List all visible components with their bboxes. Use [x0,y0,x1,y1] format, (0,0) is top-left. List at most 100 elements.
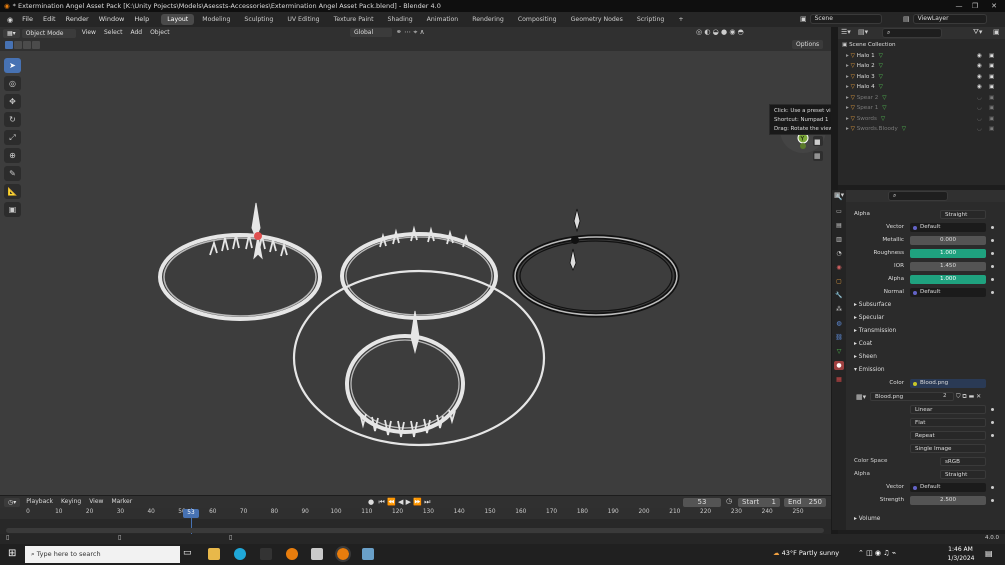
tab-sculpting[interactable]: Sculpting [238,14,279,25]
measure-tool-icon[interactable]: 📐 [4,184,21,199]
end-frame-field[interactable]: End 250 [784,497,826,507]
file-explorer-icon[interactable] [208,548,220,560]
scene-collection-row[interactable]: ▣ Scene Collection [838,40,1005,51]
playback-controls[interactable]: ● ⏮ ⏪ ◀ ▶ ⏩ ⏭ [368,498,430,507]
menu-playback[interactable]: Playback [22,496,57,508]
section-sheen[interactable]: ▸ Sheen [854,352,877,363]
close-icon[interactable]: ✕ [985,0,1003,12]
visibility-icon[interactable]: ◉ [977,72,982,83]
select-box-icon[interactable] [5,41,13,49]
select-subtract-icon[interactable] [23,41,31,49]
tab-modeling[interactable]: Modeling [196,14,236,25]
outliner-item[interactable]: ▸ ▽ Halo 2 ▽ ◉ ▣ [838,61,1005,72]
ior-field[interactable]: 1.450 [910,262,986,271]
windows-start-icon[interactable]: ⊞ [8,548,16,559]
clock-date[interactable]: 1/3/2024 [945,555,977,562]
timeline-editor-icon[interactable]: ◷▾ [4,497,21,507]
system-tray-icons[interactable]: ⌃ ◫ ◉ ♫ ⌁ [858,549,896,557]
grid-view-icon[interactable]: ▦ [814,152,821,160]
alpha-mode-select[interactable]: Straight [940,210,986,219]
render-tab-icon[interactable]: ▭ [834,207,844,216]
render-icon[interactable]: ▣ [989,61,994,72]
render-icon[interactable]: ▣ [989,124,994,135]
app-icon[interactable] [260,548,272,560]
properties-search-input[interactable]: ⌕ [888,191,948,201]
timeline-scrollbar[interactable] [6,528,824,533]
output-tab-icon[interactable]: ▤ [834,221,844,230]
tab-compositing[interactable]: Compositing [512,14,563,25]
cursor-tool-icon[interactable]: ◎ [4,76,21,91]
tab-animation[interactable]: Animation [421,14,465,25]
menu-view[interactable]: View [78,27,100,39]
data-tab-icon[interactable]: ▽ [834,347,844,356]
pivot-icon[interactable]: ⚭ ⋯ ⌖ ∧ [396,28,425,37]
section-volume[interactable]: ▸ Volume [854,514,880,525]
menu-file[interactable]: File [17,12,38,27]
select-extend-icon[interactable] [14,41,22,49]
pen-app-icon[interactable] [311,548,323,560]
blender-taskbar-icon[interactable] [286,548,298,560]
render-icon[interactable]: ▣ [989,72,994,83]
annotate-tool-icon[interactable]: ✎ [4,166,21,181]
vector-input[interactable]: Default [910,223,986,232]
add-cube-tool-icon[interactable]: ▣ [4,202,21,217]
image-browse-icon[interactable]: ▦▾ [856,392,866,403]
halo-3-object[interactable] [512,208,680,318]
visibility-icon[interactable]: ◉ [977,82,982,93]
projection-select[interactable]: Flat [910,418,986,427]
colorspace-select[interactable]: sRGB [940,457,986,466]
blender-active-icon[interactable] [335,546,351,562]
world-tab-icon[interactable]: ◉ [834,263,844,272]
roughness-field[interactable]: 1.000 [910,249,986,258]
tab-texture-paint[interactable]: Texture Paint [328,14,380,25]
visibility-icon[interactable]: ◉ [977,61,982,72]
tab-geometry-nodes[interactable]: Geometry Nodes [565,14,629,25]
halo-1-object[interactable] [158,202,322,321]
orientation-select[interactable]: Global [350,28,392,37]
outliner-item[interactable]: ▸ ▽ Spear 2 ▽ ◡ ▣ [838,93,1005,104]
select-invert-icon[interactable] [32,41,40,49]
menu-add[interactable]: Add [126,27,146,39]
outliner-editor-icon[interactable]: ☰▾ [841,28,851,36]
view-layer-selector[interactable]: ▤ ViewLayer [903,14,987,24]
strength-field[interactable]: 2.500 [910,496,986,505]
visibility-icon[interactable]: ◡ [977,93,982,104]
image-vector-input[interactable]: Default [910,483,986,492]
render-icon[interactable]: ▣ [989,51,994,62]
new-collection-icon[interactable]: ▣ [993,28,1000,36]
particles-tab-icon[interactable]: ⁂ [834,305,844,314]
add-workspace-icon[interactable]: + [672,14,689,25]
outliner-search-input[interactable]: ⌕ [882,28,942,38]
start-frame-field[interactable]: Start 1 [738,497,780,507]
outliner-item[interactable]: ▸ ▽ Halo 4 ▽ ◉ ▣ [838,82,1005,93]
3d-viewport[interactable]: Z X Y ■ ▦ [0,51,831,495]
options-button[interactable]: Options [792,40,824,49]
editor-type-button[interactable]: ▦▾ [3,28,20,38]
menu-window[interactable]: Window [94,12,130,27]
outliner-item[interactable]: ▸ ▽ Halo 1 ▽ ◉ ▣ [838,51,1005,62]
scene-tab-icon[interactable]: ◔ [834,249,844,258]
filter-icon[interactable]: ⛛▾ [973,28,982,37]
clock-time[interactable]: 1:46 AM [948,546,973,553]
tab-layout[interactable]: Layout [161,14,195,25]
weather-widget[interactable]: ☁ 43°F Partly sunny [773,549,839,557]
select-tool-icon[interactable]: ➤ [4,58,21,73]
preview-range-icon[interactable]: ◷ [726,497,732,505]
material-tab-icon[interactable]: ● [834,361,844,370]
section-coat[interactable]: ▸ Coat [854,339,872,350]
maximize-icon[interactable]: ❐ [966,0,984,12]
edge-icon[interactable] [234,548,246,560]
fake-user-icon[interactable]: ⛉ ⧉ ▬ ✕ [956,391,981,402]
section-transmission[interactable]: ▸ Transmission [854,326,896,337]
menu-edit[interactable]: Edit [38,12,61,27]
visibility-icon[interactable]: ◡ [977,114,982,125]
visibility-icon[interactable]: ◡ [977,103,982,114]
modifier-tab-icon[interactable]: 🔧 [834,291,844,300]
view-layer-tab-icon[interactable]: ▥ [834,235,844,244]
constraints-tab-icon[interactable]: ⛓ [834,333,844,342]
image-users-count[interactable]: 2 [943,391,947,402]
halo-4-object[interactable] [292,269,546,447]
source-select[interactable]: Single Image [910,444,986,453]
outliner-item[interactable]: ▸ ▽ Swords.Bloody ▽ ◡ ▣ [838,124,1005,135]
tab-scripting[interactable]: Scripting [631,14,671,25]
